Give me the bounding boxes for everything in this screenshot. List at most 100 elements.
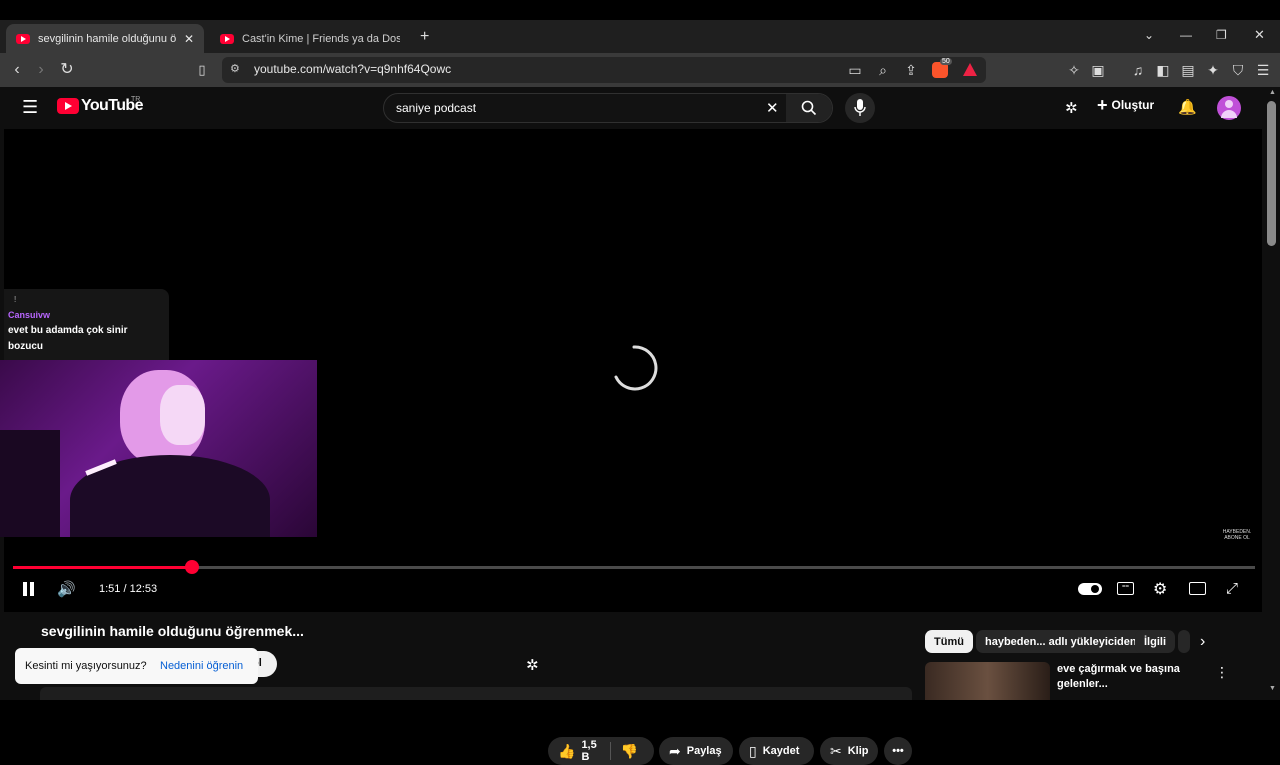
chips-next-chevron-icon[interactable]: › — [1200, 633, 1205, 651]
autoplay-toggle[interactable] — [1078, 583, 1102, 595]
extensions-icon[interactable]: ✧ — [1066, 62, 1082, 78]
menu-icon[interactable]: ☰ — [1255, 62, 1271, 78]
subtitles-icon[interactable]: == — [1117, 582, 1134, 595]
toast-learn-more-link[interactable]: Nedenini öğrenin — [160, 660, 243, 672]
dislike-icon[interactable]: 👎 — [621, 743, 638, 760]
chip-related[interactable]: İlgili — [1135, 630, 1175, 653]
chat-message: evet bu adamda çok sinir bozucu — [8, 325, 128, 352]
share-icon[interactable]: ⇪ — [903, 62, 919, 78]
clear-search-icon[interactable]: ✕ — [766, 99, 779, 117]
youtube-favicon-icon — [16, 33, 30, 44]
region-code: TR — [131, 96, 141, 103]
close-tab-icon[interactable]: ✕ — [184, 32, 194, 46]
minimize-icon[interactable]: — — [1180, 28, 1192, 42]
scrollbar[interactable]: ▲ ▼ — [1264, 87, 1280, 700]
reload-icon[interactable]: ↻ — [58, 61, 76, 79]
leo-ai-icon[interactable]: ✦ — [1205, 62, 1221, 78]
address-bar[interactable]: ⚙ youtube.com/watch?v=q9nhf64Qowc ▭ ⌕ ⇪ … — [222, 57, 986, 83]
like-count[interactable]: 1,5 B — [581, 739, 597, 763]
tab-bar: sevgilinin hamile olduğunu öğrenm ✕ Cast… — [0, 20, 1280, 53]
save-label: Kaydet — [762, 745, 800, 757]
youtube-favicon-icon — [220, 33, 234, 44]
create-button[interactable]: + Oluştur — [1097, 95, 1155, 115]
more-actions-button[interactable]: ••• — [884, 737, 912, 765]
url-text: youtube.com/watch?v=q9nhf64Qowc — [254, 62, 452, 76]
outage-toast: Kesinti mi yaşıyorsunuz? Nedenini öğreni… — [15, 648, 258, 684]
forward-icon[interactable]: › — [32, 61, 50, 79]
cast-icon[interactable]: ▭ — [847, 62, 863, 78]
search-icon — [801, 100, 817, 116]
fullscreen-icon[interactable]: ⤢ — [1226, 580, 1238, 597]
brave-rewards-icon[interactable] — [963, 63, 977, 76]
pause-icon[interactable] — [22, 582, 36, 596]
loading-spinner-icon — [614, 345, 658, 391]
tab-inactive[interactable]: Cast'in Kime | Friends ya da Dost Hay — [210, 24, 410, 53]
toast-question: Kesinti mi yaşıyorsunuz? — [25, 660, 147, 672]
channel-watermark[interactable]: HAYBEDEN. ABONE OL — [1222, 529, 1252, 541]
vpn-icon[interactable]: ⛉ — [1230, 62, 1246, 78]
recommended-thumbnail[interactable] — [925, 662, 1050, 700]
hamburger-menu-icon[interactable]: ☰ — [22, 97, 38, 118]
youtube-app: ☰ YouTube TR saniye podcast ✕ ✲ + Oluştu… — [0, 87, 1264, 765]
chip-from-uploader[interactable]: haybeden... adlı yükleyiciden — [976, 630, 1146, 653]
like-icon[interactable]: 👍 — [558, 743, 575, 760]
close-window-icon[interactable]: ✕ — [1254, 27, 1265, 43]
shields-badge: 50 — [940, 58, 952, 65]
scroll-up-icon[interactable]: ▲ — [1269, 89, 1276, 96]
share-arrow-icon: ➦ — [669, 742, 681, 759]
media-icon[interactable]: ♫ — [1130, 62, 1146, 78]
scrollbar-thumb[interactable] — [1267, 101, 1276, 246]
sidebar-icon[interactable]: ◧ — [1155, 62, 1171, 78]
chat-overlay: ! Cansuivw evet bu adamda çok sinir bozu… — [4, 289, 169, 361]
youtube-logo-icon[interactable] — [57, 98, 79, 114]
back-icon[interactable]: ‹ — [8, 61, 26, 79]
tab-title: Cast'in Kime | Friends ya da Dost Hay — [242, 32, 400, 45]
ai-sparkle-icon[interactable]: ✲ — [1065, 99, 1078, 117]
ai-sparkle-icon[interactable]: ✲ — [526, 656, 539, 674]
save-button[interactable]: ▯ Kaydet — [739, 737, 814, 765]
voice-search-button[interactable] — [845, 93, 875, 123]
chip-all[interactable]: Tümü — [925, 630, 973, 653]
recommended-title[interactable]: eve çağırmak ve başına gelenler... — [1057, 662, 1197, 692]
new-tab-icon[interactable]: + — [420, 28, 429, 46]
progress-bar[interactable] — [13, 560, 1255, 574]
search-input[interactable]: saniye podcast — [396, 101, 476, 115]
tab-active[interactable]: sevgilinin hamile olduğunu öğrenm ✕ — [6, 24, 204, 53]
progress-scrubber[interactable] — [184, 560, 199, 574]
toolbar: ‹ › ↻ ▯ ⚙ youtube.com/watch?v=q9nhf64Qow… — [0, 53, 1280, 87]
chat-marker: ! — [14, 295, 17, 304]
avatar[interactable] — [1217, 96, 1241, 120]
restore-icon[interactable]: ❐ — [1216, 28, 1227, 42]
bookmark-icon[interactable]: ▯ — [193, 61, 211, 79]
bottom-letterbox — [0, 700, 1280, 720]
bookmark-save-icon: ▯ — [749, 742, 757, 759]
clip-label: Klip — [847, 745, 869, 757]
theater-mode-icon[interactable] — [1189, 582, 1206, 595]
headphone-icon — [160, 385, 205, 445]
tab-search-chevron-icon[interactable]: ⌄ — [1144, 28, 1154, 42]
masthead: ☰ YouTube TR saniye podcast ✕ ✲ + Oluştu… — [0, 87, 1264, 129]
site-info-icon[interactable]: ⚙ — [230, 62, 240, 75]
recommended-more-icon[interactable]: ⋮ — [1215, 664, 1229, 681]
search-box[interactable]: saniye podcast ✕ — [383, 93, 833, 123]
scroll-down-icon[interactable]: ▼ — [1269, 685, 1276, 692]
webcam-background-shape — [0, 430, 60, 537]
volume-icon[interactable]: 🔊 — [57, 580, 76, 598]
video-player[interactable]: ! Cansuivw evet bu adamda çok sinir bozu… — [0, 129, 1262, 612]
webcam-feed — [0, 360, 317, 537]
scissors-icon: ✂ — [830, 742, 842, 759]
notifications-bell-icon[interactable]: 🔔 — [1178, 98, 1197, 116]
chip-partial[interactable] — [1178, 630, 1190, 653]
description-box[interactable] — [40, 687, 912, 700]
zoom-icon[interactable]: ⌕ — [875, 62, 891, 78]
search-button[interactable] — [786, 94, 832, 122]
settings-gear-icon[interactable]: ⚙ — [1153, 579, 1167, 599]
clip-button[interactable]: ✂ Klip — [820, 737, 878, 765]
create-label: Oluştur — [1111, 98, 1155, 112]
share-button[interactable]: ➦ Paylaş — [659, 737, 733, 765]
screenshot-icon[interactable]: ▣ — [1090, 62, 1106, 78]
share-label: Paylaş — [686, 745, 722, 757]
wallet-icon[interactable]: ▤ — [1180, 62, 1196, 78]
plus-icon: + — [1097, 95, 1108, 115]
tab-title: sevgilinin hamile olduğunu öğrenm — [38, 32, 176, 45]
